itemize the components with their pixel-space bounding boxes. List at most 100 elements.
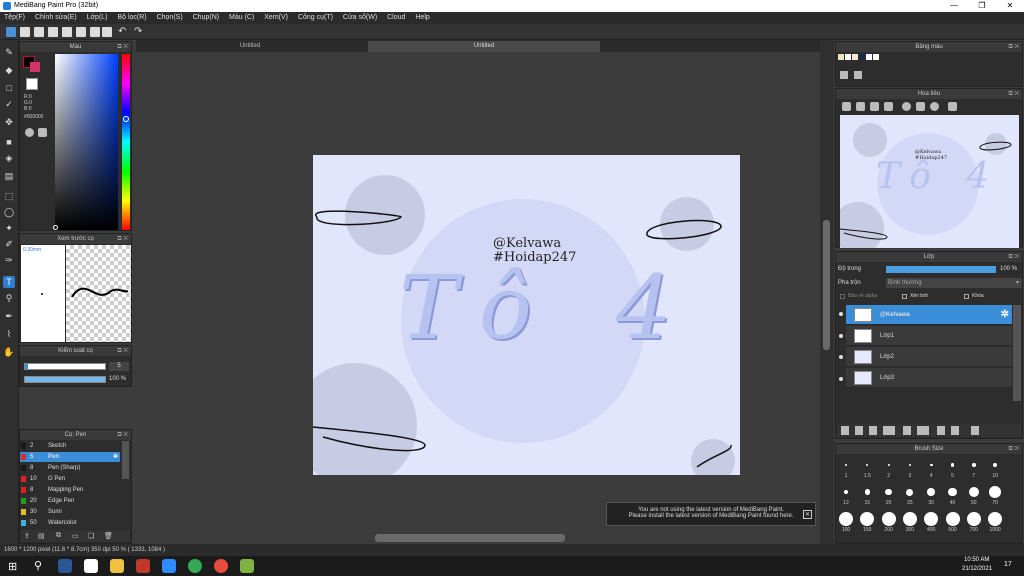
palette-swatch[interactable] bbox=[838, 54, 844, 60]
chrome-icon[interactable] bbox=[84, 559, 98, 573]
protect-alpha-checkbox[interactable] bbox=[840, 294, 845, 299]
rectangle-tool-icon[interactable]: □ bbox=[3, 82, 15, 94]
app-icon-2[interactable] bbox=[136, 559, 150, 573]
palette-swatch[interactable] bbox=[873, 54, 879, 60]
brush-size-value[interactable]: 5 bbox=[109, 362, 129, 371]
save-icon[interactable] bbox=[48, 27, 58, 37]
brush-item[interactable]: 30 Sumi bbox=[20, 507, 120, 517]
check-tool-icon[interactable]: ✓ bbox=[3, 98, 15, 110]
brush-opacity-slider[interactable] bbox=[24, 376, 106, 383]
brush-list-scrollbar[interactable] bbox=[122, 441, 129, 479]
rotate-left-icon[interactable] bbox=[902, 102, 911, 111]
lasso-tool-icon[interactable]: ◯ bbox=[3, 206, 15, 218]
eraser-tool-icon[interactable]: ◆ bbox=[3, 64, 15, 76]
zoom-icon[interactable] bbox=[162, 559, 176, 573]
layer-row-selected[interactable]: @Kelvawa ✲ bbox=[846, 305, 1012, 325]
delete-layer-icon[interactable] bbox=[971, 426, 979, 435]
divide-tool-icon[interactable]: ⌇ bbox=[3, 328, 15, 340]
layer-row[interactable]: Lớp1 bbox=[846, 326, 1012, 346]
fill-rect-icon[interactable]: ■ bbox=[3, 136, 15, 148]
new-layer-icon[interactable] bbox=[841, 426, 849, 435]
chat-icon[interactable] bbox=[34, 27, 44, 37]
minimize-button[interactable]: — bbox=[940, 0, 968, 12]
canvas-horizontal-scrollbar[interactable] bbox=[375, 534, 565, 542]
brush-size-option[interactable] bbox=[927, 488, 936, 496]
palette-swatch[interactable] bbox=[852, 54, 858, 60]
brush-size-option[interactable] bbox=[839, 512, 853, 526]
magic-wand-icon[interactable]: ✦ bbox=[3, 222, 15, 234]
palette-add-icon[interactable] bbox=[840, 71, 848, 79]
select-tool-icon[interactable]: ⬚ bbox=[3, 190, 15, 202]
background-color-swatch[interactable] bbox=[30, 62, 40, 72]
grid-icon[interactable] bbox=[76, 27, 86, 37]
fit-icon[interactable] bbox=[870, 102, 879, 111]
brush-menu-icon[interactable]: ▤ bbox=[38, 532, 45, 540]
brush-settings-gear-icon[interactable]: ✲ bbox=[113, 452, 118, 462]
palette-swatch[interactable] bbox=[859, 54, 865, 60]
menu-filter[interactable]: Bộ lọc(R) bbox=[113, 12, 150, 24]
ruler-icon[interactable] bbox=[102, 27, 112, 37]
duplicate-layer-icon[interactable] bbox=[937, 426, 945, 435]
add-brush-icon[interactable]: ⇪ bbox=[24, 532, 30, 540]
file-explorer-icon[interactable] bbox=[110, 559, 124, 573]
tab-untitled-1[interactable]: Untitled bbox=[136, 41, 364, 52]
brush-size-option[interactable] bbox=[945, 512, 960, 526]
menu-tools[interactable]: Công cụ(T) bbox=[294, 12, 337, 24]
canvas-area[interactable]: @Kelvawa #Hoidap247 Tô 4 bbox=[136, 52, 820, 542]
maximize-button[interactable]: ❐ bbox=[968, 0, 996, 12]
layer-add-menu-icon[interactable] bbox=[883, 426, 895, 435]
visibility-eye-icon[interactable] bbox=[839, 334, 843, 338]
canvas-vertical-scrollbar-track[interactable] bbox=[820, 40, 834, 544]
brush-item[interactable]: 50 Watercolor bbox=[20, 518, 120, 528]
palette-swatch[interactable] bbox=[845, 54, 851, 60]
visibility-eye-icon[interactable] bbox=[839, 355, 843, 359]
blend-mode-select[interactable]: Bình thường ▾ bbox=[886, 278, 1022, 288]
brush-size-option[interactable] bbox=[950, 463, 955, 467]
text-tool-icon[interactable]: T bbox=[3, 276, 15, 288]
flip-icon[interactable] bbox=[948, 102, 957, 111]
layer-row[interactable]: Lớp3 bbox=[846, 368, 1012, 388]
clock-date[interactable]: 21/12/2021 bbox=[962, 566, 992, 572]
hand-tool-icon[interactable]: ✋ bbox=[3, 346, 15, 358]
layer-scrollbar[interactable] bbox=[1013, 305, 1021, 401]
menu-file[interactable]: Tệp(F) bbox=[0, 12, 29, 24]
brush-size-option[interactable] bbox=[845, 464, 847, 466]
select-eraser-icon[interactable]: ✑ bbox=[3, 254, 15, 266]
brush-size-option[interactable] bbox=[966, 512, 981, 526]
brush-size-option[interactable] bbox=[881, 512, 896, 526]
layer-row[interactable]: Lớp2 bbox=[846, 347, 1012, 367]
actual-size-icon[interactable] bbox=[884, 102, 893, 111]
bucket-tool-icon[interactable]: ◈ bbox=[3, 152, 15, 164]
brush-size-option[interactable] bbox=[902, 512, 917, 526]
layer-folder-icon[interactable] bbox=[903, 426, 911, 435]
reset-rotation-icon[interactable] bbox=[916, 102, 925, 111]
hue-slider[interactable] bbox=[122, 54, 130, 230]
palette-icon[interactable] bbox=[25, 128, 34, 137]
brush-size-slider[interactable] bbox=[24, 363, 106, 370]
brush-item-selected[interactable]: 5 Pen ✲ bbox=[20, 452, 120, 462]
visibility-eye-icon[interactable] bbox=[839, 377, 843, 381]
menu-window[interactable]: Cửa sổ(W) bbox=[339, 12, 381, 24]
brush-size-option[interactable] bbox=[887, 464, 890, 466]
brush-item[interactable]: 10 G Pen bbox=[20, 474, 120, 484]
color-mode-icon[interactable] bbox=[38, 128, 47, 137]
hue-slider-handle[interactable] bbox=[123, 116, 129, 122]
notice-close-icon[interactable]: ✕ bbox=[803, 510, 812, 519]
brush-copy-icon[interactable]: ⧉ bbox=[56, 532, 61, 540]
menu-layer[interactable]: Lớp(L) bbox=[83, 12, 112, 24]
update-notice[interactable]: You are not using the latest version of … bbox=[606, 502, 816, 526]
redo-icon[interactable]: ↷ bbox=[134, 27, 144, 37]
operation-tool-icon[interactable]: ⚲ bbox=[3, 292, 15, 304]
clip-checkbox[interactable] bbox=[902, 294, 907, 299]
notification-count[interactable]: 17 bbox=[1004, 561, 1012, 568]
layer-opacity-slider[interactable] bbox=[886, 266, 996, 273]
gradient-tool-icon[interactable]: ▤ bbox=[3, 170, 15, 182]
snap-icon[interactable] bbox=[90, 27, 100, 37]
chrome-icon-2[interactable] bbox=[188, 559, 202, 573]
menu-cloud[interactable]: Cloud bbox=[383, 12, 409, 24]
rotate-right-icon[interactable] bbox=[930, 102, 939, 111]
windows-start-icon[interactable]: ⊞ bbox=[8, 560, 17, 573]
move-tool-icon[interactable]: ✥ bbox=[3, 116, 15, 128]
layer-settings-gear-icon[interactable]: ✲ bbox=[1001, 309, 1009, 320]
select-pen-icon[interactable]: ✐ bbox=[3, 238, 15, 250]
